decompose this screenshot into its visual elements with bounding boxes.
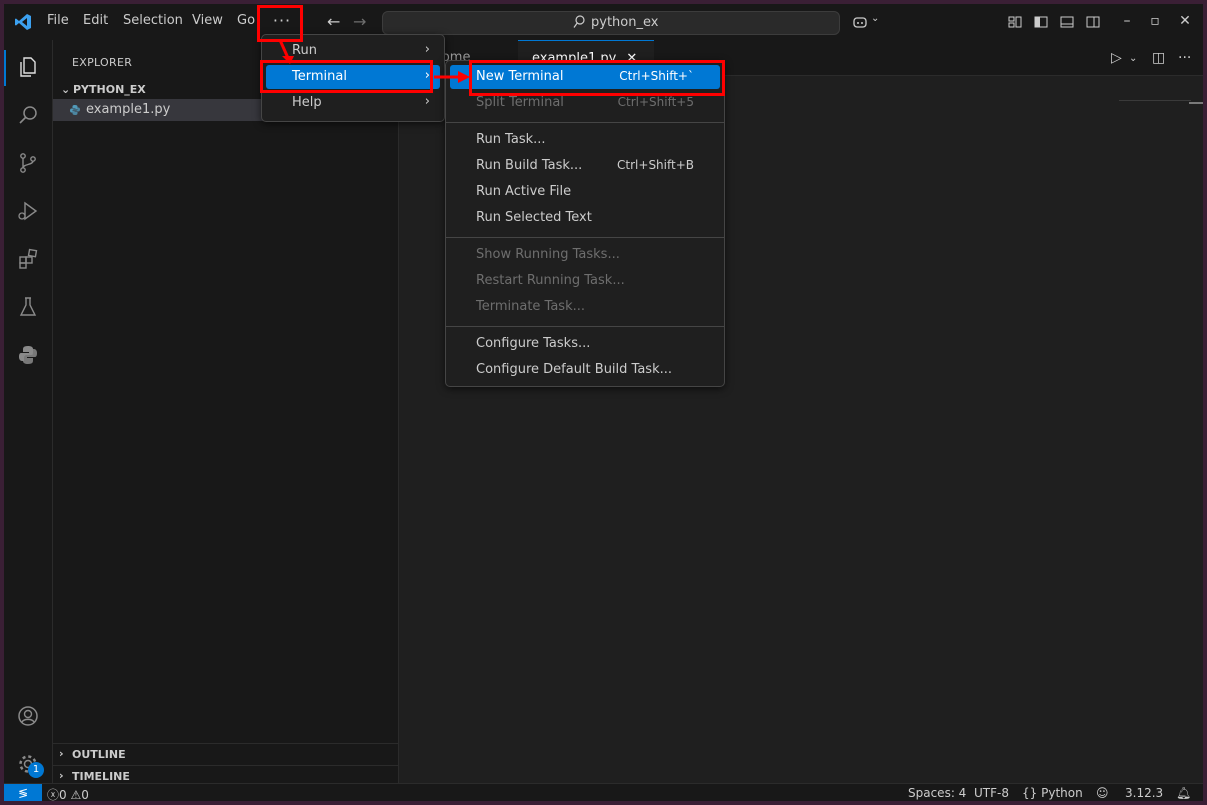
outline-label: OUTLINE [72, 748, 126, 761]
menu-item-show-running-tasks[interactable]: Show Running Tasks... [450, 243, 720, 267]
command-center-search[interactable]: python_ex [382, 11, 840, 35]
explorer-sidebar: EXPLORER ⌄ PYTHON_EX example1.py › OUTLIN… [53, 40, 399, 783]
search-icon[interactable] [16, 103, 40, 127]
menu-item-run-active-file[interactable]: Run Active File [450, 180, 720, 204]
remote-icon[interactable]: ≶ [4, 784, 42, 801]
problems-status[interactable]: ⓧ0 ⚠0 [47, 786, 89, 801]
menu-item-help[interactable]: Help › [266, 91, 440, 115]
split-editor-icon[interactable]: ◫ [1152, 50, 1165, 66]
menu-item-run-build-task[interactable]: Run Build Task... Ctrl+Shift+B [450, 154, 720, 178]
copilot-status-icon[interactable]: ☺ [1096, 786, 1109, 800]
toggle-panel-icon[interactable] [1059, 14, 1075, 30]
copilot-icon[interactable] [852, 14, 868, 30]
accounts-icon[interactable] [16, 704, 40, 728]
error-count: 0 [59, 788, 67, 801]
chevron-right-icon: › [59, 747, 64, 760]
menu-item-restart-running-task[interactable]: Restart Running Task... [450, 269, 720, 293]
menu-separator [446, 122, 724, 123]
active-indicator [4, 50, 6, 86]
menu-item-label: Split Terminal [476, 95, 564, 110]
run-python-file-icon[interactable]: ▷ [1111, 50, 1122, 66]
menu-item-terminate-task[interactable]: Terminate Task... [450, 295, 720, 319]
menu-item-run-task[interactable]: Run Task... [450, 128, 720, 152]
menu-go[interactable]: Go [237, 13, 255, 28]
settings-badge: 1 [28, 762, 44, 778]
vscode-window: File Edit Selection View Go ··· ← → pyth… [4, 4, 1203, 801]
more-actions-icon[interactable]: ··· [1178, 50, 1191, 66]
language-status[interactable]: {} Python [1022, 786, 1083, 800]
terminal-submenu: New Terminal Ctrl+Shift+` Split Terminal… [445, 60, 725, 387]
chevron-right-icon: › [424, 94, 430, 109]
minimize-icon[interactable]: – [1116, 10, 1138, 32]
search-icon [573, 15, 585, 28]
title-bar: File Edit Selection View Go ··· ← → pyth… [4, 4, 1203, 40]
warning-icon: ⚠ [70, 788, 82, 801]
warning-count: 0 [81, 788, 89, 801]
explorer-icon[interactable] [16, 55, 40, 79]
chevron-down-icon: ⌄ [61, 83, 71, 96]
menu-item-label: Configure Tasks... [476, 336, 591, 351]
notifications-icon[interactable]: 🔔︎ [1176, 786, 1191, 800]
chevron-down-icon[interactable]: ⌄ [871, 13, 879, 24]
maximize-icon[interactable]: ▫ [1144, 10, 1166, 32]
customize-layout-icon[interactable] [1007, 14, 1023, 30]
file-label: example1.py [86, 102, 171, 117]
annotation-arrows [278, 39, 470, 83]
timeline-label: TIMELINE [72, 770, 130, 783]
arrow-left-icon[interactable]: ← [327, 12, 340, 31]
error-icon: ⓧ [47, 788, 60, 801]
indentation-status[interactable]: Spaces: 4 [908, 786, 966, 800]
scroll-marker [1189, 102, 1203, 104]
menu-item-label: Run Task... [476, 132, 546, 147]
language-label: Python [1041, 786, 1083, 800]
activity-bar [4, 40, 53, 783]
menu-item-label: Configure Default Build Task... [476, 362, 672, 377]
folder-label: PYTHON_EX [73, 83, 146, 96]
menu-selection[interactable]: Selection [123, 13, 183, 28]
menu-file[interactable]: File [47, 13, 69, 28]
menu-item-configure-default-build-task[interactable]: Configure Default Build Task... [450, 358, 720, 382]
menu-item-label: Run Selected Text [476, 210, 592, 225]
testing-icon[interactable] [16, 295, 40, 319]
annotation-box-new-terminal [469, 60, 725, 96]
source-control-icon[interactable] [16, 151, 40, 175]
search-text: python_ex [591, 15, 659, 30]
braces-icon: {} [1022, 786, 1038, 800]
chevron-right-icon: › [59, 769, 64, 782]
outline-section[interactable]: › OUTLINE [53, 743, 398, 766]
editor-separator [1119, 100, 1191, 101]
menu-item-configure-tasks[interactable]: Configure Tasks... [450, 332, 720, 356]
vscode-logo-icon [15, 14, 31, 30]
extensions-icon[interactable] [16, 247, 40, 271]
menu-item-label: Run Active File [476, 184, 572, 199]
menu-view[interactable]: View [192, 13, 223, 28]
run-debug-icon[interactable] [16, 199, 40, 223]
menu-item-run-selected-text[interactable]: Run Selected Text [450, 206, 720, 230]
python-version-status[interactable]: 3.12.3 [1125, 786, 1163, 800]
close-icon[interactable]: ✕ [1174, 10, 1196, 32]
sidebar-title: EXPLORER [72, 56, 133, 69]
menu-item-label: Terminate Task... [476, 299, 586, 314]
menu-separator [446, 326, 724, 327]
menu-item-shortcut: Ctrl+Shift+B [617, 158, 694, 172]
arrow-right-icon[interactable]: → [353, 12, 366, 31]
toggle-primary-sidebar-icon[interactable] [1033, 14, 1049, 30]
chevron-down-icon[interactable]: ⌄ [1129, 53, 1137, 64]
menu-item-shortcut: Ctrl+Shift+5 [617, 95, 694, 109]
python-file-icon [70, 105, 80, 115]
folder-python-ex[interactable]: ⌄ PYTHON_EX [61, 83, 146, 96]
toggle-secondary-sidebar-icon[interactable] [1085, 14, 1101, 30]
menu-item-label: Restart Running Task... [476, 273, 625, 288]
menu-item-label: Help [292, 95, 322, 110]
menu-item-label: Run Build Task... [476, 158, 583, 173]
encoding-status[interactable]: UTF-8 [974, 786, 1009, 800]
menu-edit[interactable]: Edit [83, 13, 108, 28]
menu-separator [446, 237, 724, 238]
menu-item-label: Show Running Tasks... [476, 247, 620, 262]
python-icon[interactable] [16, 343, 40, 367]
status-bar: ≶ ⓧ0 ⚠0 Spaces: 4 UTF-8 {} Python ☺ 3.12… [4, 783, 1203, 801]
